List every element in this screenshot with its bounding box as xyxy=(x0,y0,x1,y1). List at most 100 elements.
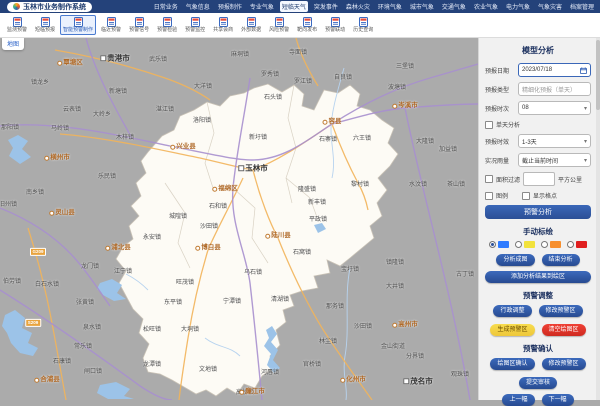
plot-color-radio[interactable] xyxy=(515,241,535,248)
map-label-city: 茂名市 xyxy=(403,377,433,385)
city-name: 贵港市 xyxy=(107,54,130,62)
warning-adjust-button[interactable]: 生成预警区 xyxy=(490,324,534,336)
top-menu-item[interactable]: 农业气象 xyxy=(472,1,500,12)
toolbar-item[interactable]: 预警联动 xyxy=(322,15,348,35)
map-base-layer xyxy=(0,38,478,400)
manual-plot-button[interactable]: 分析成图 xyxy=(496,254,534,266)
toolbar-item[interactable]: 预警监控 xyxy=(182,15,208,35)
toolbar-item[interactable]: 共享会商 xyxy=(210,15,236,35)
chevron-down-icon: ▾ xyxy=(584,105,587,112)
app-title: 玉林市业务制作系统 xyxy=(23,2,86,12)
warning-adjust-button[interactable]: 清空绘图区 xyxy=(542,324,586,336)
top-menu-item[interactable]: 环境气象 xyxy=(376,1,404,12)
map-label-town: 加益镇 xyxy=(439,147,457,153)
single-day-label: 单天分析 xyxy=(496,120,520,129)
top-menu-item[interactable]: 森林火灾 xyxy=(344,1,372,12)
color-swatch xyxy=(498,241,509,248)
warning-adjust-button[interactable]: 修改预警区 xyxy=(539,305,583,317)
plot-color-radio[interactable] xyxy=(567,241,587,248)
next-frame-button[interactable]: 下一幅 xyxy=(542,394,574,406)
top-menu-item[interactable]: 预报制作 xyxy=(216,1,244,12)
top-menu-item[interactable]: 气象信息 xyxy=(184,1,212,12)
map-label-town: 麻垌镇 xyxy=(231,52,249,58)
area-filter-checkbox[interactable] xyxy=(485,175,493,183)
map-canvas[interactable]: 地图 镇龙乡新塘镇武乐镇麻垌镇寺面镇罗秀镇罗江镇石头镇大洋镇湛江镇洛阳镇云表镇大… xyxy=(0,38,478,400)
top-menu-item[interactable]: 城市气象 xyxy=(408,1,436,12)
warning-confirm-button[interactable]: 提交审核 xyxy=(519,377,557,389)
map-label-county: 高州市 xyxy=(392,322,418,329)
toolbar-item[interactable]: 监测预警 xyxy=(4,15,30,35)
map-label-town: 金山街道 xyxy=(381,344,405,350)
top-menu-item[interactable]: 气象灾害 xyxy=(536,1,564,12)
map-label-town: 罗秀镇 xyxy=(261,72,279,78)
map-label-town: 六王镇 xyxy=(353,136,371,142)
map-label-town: 石康镇 xyxy=(53,359,71,365)
top-menu-item[interactable]: 突发事件 xyxy=(312,1,340,12)
top-menu-item[interactable]: 电力气象 xyxy=(504,1,532,12)
forecast-time-select[interactable]: 08 ▾ xyxy=(518,101,591,115)
sidebar-scrollbar[interactable] xyxy=(596,38,600,400)
toolbar-item[interactable]: 风险预警 xyxy=(266,15,292,35)
county-name: 合浦县 xyxy=(40,377,60,384)
warning-confirm-button[interactable]: 修改预警区 xyxy=(542,358,586,370)
toolbar-item-label: 共享会商 xyxy=(213,28,233,33)
plot-color-radio[interactable] xyxy=(489,241,509,248)
top-menu-item[interactable]: 短临天气 xyxy=(280,1,308,12)
map-label-town: 龙潭镇 xyxy=(143,362,161,368)
plot-color-radio[interactable] xyxy=(541,241,561,248)
toolbar-item[interactable]: 临近预警 xyxy=(98,15,124,35)
map-label-town: 清湖镇 xyxy=(271,297,289,303)
warning-confirm-button[interactable]: 绘图区确认 xyxy=(490,358,534,370)
map-label-town: 大垌镇 xyxy=(181,327,199,333)
county-marker-icon xyxy=(44,156,49,161)
toolbar-item-label: 风险预警 xyxy=(269,28,289,33)
frame-nav-buttons: 上一幅下一幅 xyxy=(485,394,591,406)
grid-checkbox[interactable] xyxy=(522,192,530,200)
area-filter-input[interactable] xyxy=(523,172,555,186)
scrollbar-thumb[interactable] xyxy=(596,40,600,110)
top-menu-item[interactable]: 档案管理 xyxy=(568,1,596,12)
county-marker-icon xyxy=(49,211,54,216)
legend-checkbox[interactable] xyxy=(485,192,493,200)
warning-adjust-button[interactable]: 行政调整 xyxy=(493,305,531,317)
app-logo-icon xyxy=(13,3,20,10)
map-label-town: 石寨镇 xyxy=(319,137,337,143)
map-type-tab[interactable]: 地图 xyxy=(2,38,24,50)
map-label-town: 自良镇 xyxy=(334,75,352,81)
forecast-type-input[interactable]: 精细化预报（单天） xyxy=(518,82,591,96)
area-filter-label: 面积过滤 xyxy=(496,175,520,184)
document-icon xyxy=(359,17,368,27)
county-marker-icon xyxy=(105,246,110,251)
rain-select[interactable]: 截止当前时间 ▾ xyxy=(518,153,591,167)
map-label-town: 乐民镇 xyxy=(98,174,116,180)
toolbar-item[interactable]: 短临预报 xyxy=(32,15,58,35)
map-label-town: 茶山镇 xyxy=(447,182,465,188)
top-menu-item[interactable]: 日常业务 xyxy=(152,1,180,12)
validity-select[interactable]: 1-3天 ▾ xyxy=(518,134,591,148)
warning-adjust-title: 预警调整 xyxy=(485,290,591,301)
county-name: 兴业县 xyxy=(176,144,196,151)
forecast-date-input[interactable]: 2023/07/18 xyxy=(518,63,591,77)
prev-frame-button[interactable]: 上一幅 xyxy=(502,394,534,406)
toolbar-item[interactable]: 预警信号 xyxy=(126,15,152,35)
legend-label: 图例 xyxy=(496,191,508,200)
county-name: 廉江市 xyxy=(245,389,265,396)
manual-plot-buttons: 分析成图结束分析 xyxy=(485,254,591,266)
toolbar-item[interactable]: 靶向发布 xyxy=(294,15,320,35)
toolbar-item-label: 临近预警 xyxy=(101,28,121,33)
map-label-town: 隆盛镇 xyxy=(298,187,316,193)
single-day-checkbox[interactable] xyxy=(485,121,493,129)
toolbar-item[interactable]: 预警检验 xyxy=(154,15,180,35)
toolbar-item[interactable]: 历史查询 xyxy=(350,15,376,35)
toolbar-item[interactable]: 外部数据 xyxy=(238,15,264,35)
county-name: 浦北县 xyxy=(111,245,131,252)
map-label-town: 旺茂镇 xyxy=(176,280,194,286)
calendar-icon[interactable] xyxy=(580,67,587,74)
manual-plot-button[interactable]: 结束分析 xyxy=(542,254,580,266)
add-result-button[interactable]: 添加分析结果到绘区 xyxy=(485,271,591,283)
toolbar-item[interactable]: 智能预警制作 xyxy=(60,15,96,35)
map-label-town: 武乐镇 xyxy=(149,57,167,63)
top-menu-item[interactable]: 专业气象 xyxy=(248,1,276,12)
analyze-button[interactable]: 预警分析 xyxy=(485,205,591,219)
top-menu-item[interactable]: 交通气象 xyxy=(440,1,468,12)
